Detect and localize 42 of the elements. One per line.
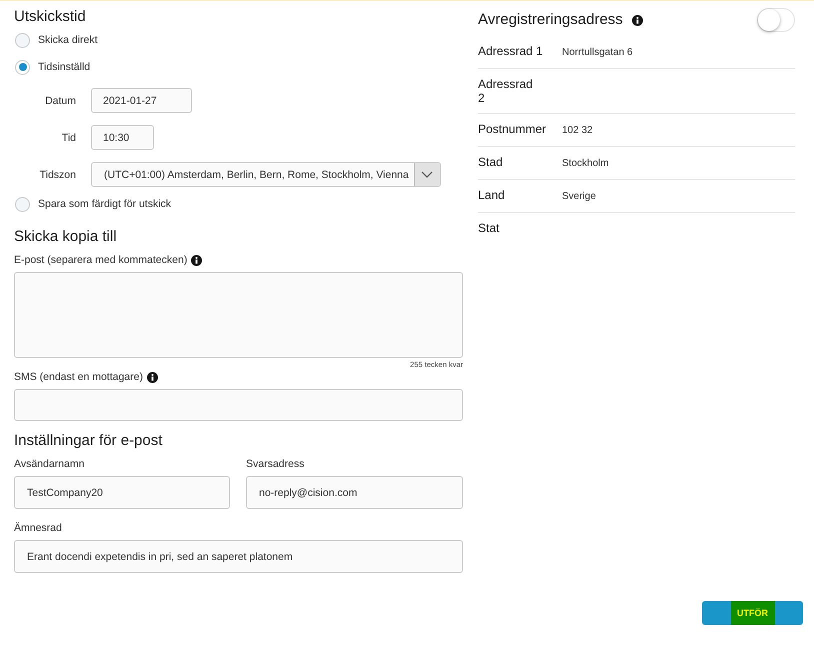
section-heading: Utskickstid — [14, 7, 87, 27]
radio-label[interactable]: Skicka direkt — [38, 34, 98, 46]
address-label: Stad — [478, 155, 504, 169]
info-icon[interactable] — [146, 372, 158, 382]
section-heading: Inställningar för e-post — [14, 431, 164, 451]
text-field[interactable]: no-reply@cision.com — [246, 476, 463, 509]
timezone-select[interactable]: (UTC+01:00) Amsterdam, Berlin, Bern, Rome, Stockholm, Vienna — [91, 162, 441, 187]
field-label: Datum — [44, 94, 76, 106]
radio-label[interactable]: Spara som färdigt för utskick — [38, 198, 172, 210]
address-value: Norrtullsgatan 6 — [562, 46, 633, 60]
field-label: Avsändarnamn — [14, 457, 86, 471]
text-field[interactable]: Erant docendi expetendis in pri, sed an saperet platonem — [14, 540, 463, 573]
radio-button[interactable] — [15, 60, 30, 74]
field-label: SMS (endast en mottagare) — [14, 371, 143, 383]
section-heading: Avregistreringsadress — [478, 10, 623, 30]
text-field[interactable]: TestCompany20 — [14, 476, 230, 509]
address-label: Adressrad 2 — [478, 77, 534, 105]
email-field[interactable] — [14, 272, 463, 358]
address-label: Postnummer — [478, 122, 548, 136]
info-icon[interactable] — [632, 14, 643, 26]
field-label: Ämnesrad — [14, 521, 63, 535]
address-label: Stat — [478, 221, 500, 235]
info-icon[interactable] — [191, 254, 202, 266]
sms-field[interactable] — [14, 389, 463, 421]
radio-label[interactable]: Tidsinställd — [38, 61, 90, 73]
field-label: E-post (separera med kommatecken) — [14, 254, 188, 266]
address-value: Stockholm — [562, 157, 609, 171]
section-heading: Skicka kopia till — [14, 227, 118, 247]
field-label: Tidszon — [38, 168, 76, 180]
radio-button[interactable] — [15, 196, 30, 212]
radio-button[interactable] — [15, 32, 30, 48]
time-field[interactable]: 10:30 — [91, 125, 154, 150]
submit-button[interactable]: UTFÖR — [702, 601, 803, 625]
field-label: Svarsadress — [246, 457, 306, 471]
date-field[interactable]: 2021-01-27 — [91, 88, 192, 113]
address-value: Sverige — [562, 190, 596, 204]
field-label: Tid — [60, 132, 76, 144]
address-label: Land — [478, 188, 506, 202]
address-label: Adressrad 1 — [478, 44, 544, 58]
toggle-switch[interactable] — [757, 8, 795, 32]
address-value: 102 32 — [562, 124, 593, 138]
chevron-down-icon[interactable] — [414, 163, 440, 186]
